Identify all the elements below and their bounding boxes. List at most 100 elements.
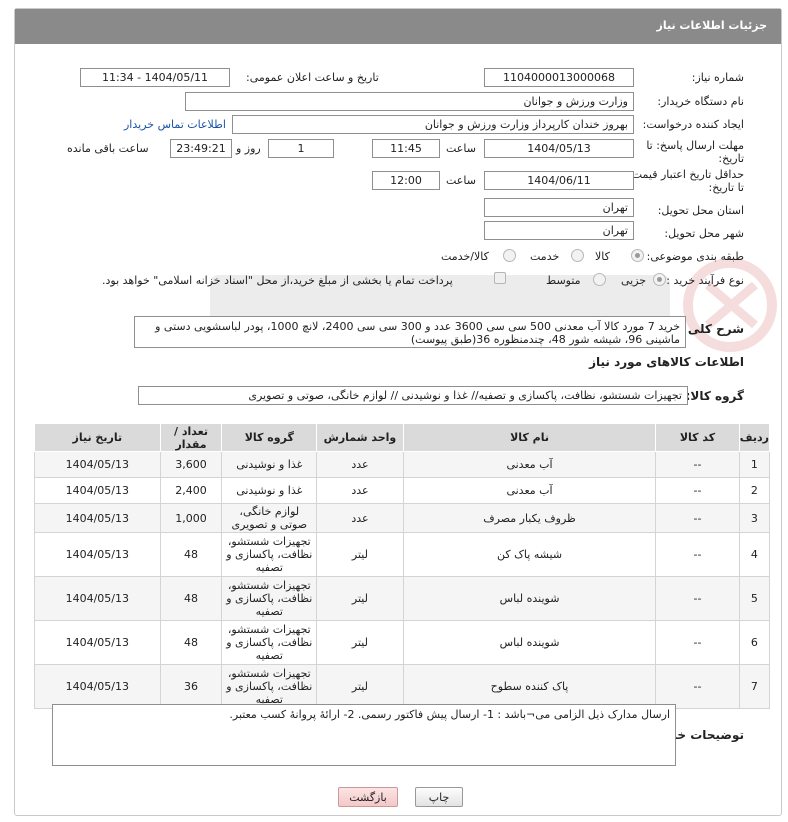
col-unit: واحد شمارش [316, 423, 404, 452]
days-label: روز و [236, 142, 261, 155]
cell-code: -- [655, 503, 740, 533]
cell-row: 2 [738, 477, 771, 504]
cell-date: 1404/05/13 [34, 576, 161, 621]
table-header-row: ردیف کد کالا نام کالا واحد شمارش گروه کا… [34, 423, 771, 452]
send-date-field: 1404/05/13 [484, 139, 634, 158]
table-row: 1 -- آب معدنی عدد غذا و نوشیدنی 3,600 14… [34, 451, 771, 478]
validity-time-field: 12:00 [372, 171, 440, 190]
cell-unit: لیتر [316, 664, 404, 709]
category-both-label: کالا/خدمت [441, 250, 489, 263]
cell-date: 1404/05/13 [34, 503, 161, 533]
table-row: 3 -- ظروف یکبار مصرف عدد لوازم خانگی، صو… [34, 503, 771, 533]
buyer-contact-link[interactable]: اطلاعات تماس خریدار [124, 118, 226, 131]
remaining-time-field: 23:49:21 [170, 139, 232, 158]
city-field: تهران [484, 221, 634, 240]
cell-name: شوینده لباس [402, 576, 657, 621]
cell-unit: لیتر [316, 576, 404, 621]
cell-qty: 48 [159, 620, 223, 665]
validity-date-field: 1404/06/11 [484, 171, 634, 190]
panel-title: جزئیات اطلاعات نیاز [656, 19, 768, 32]
cell-code: -- [655, 664, 740, 709]
col-group: گروه کالا [221, 423, 318, 452]
cell-qty: 48 [159, 532, 223, 577]
category-goods-label: کالا [595, 250, 610, 263]
table-row: 2 -- آب معدنی عدد غذا و نوشیدنی 2,400 14… [34, 477, 771, 504]
cell-unit: لیتر [316, 620, 404, 665]
summary-textarea[interactable]: خرید 7 مورد کالا آب معدنی 500 سی سی 3600… [134, 316, 686, 348]
cell-unit: لیتر [316, 532, 404, 577]
panel-header: جزئیات اطلاعات نیاز [15, 9, 781, 44]
process-minor-label: جزیی [621, 274, 647, 287]
cell-code: -- [655, 620, 740, 665]
cell-name: پاک کننده سطوح [402, 664, 657, 709]
process-minor-radio[interactable] [653, 273, 666, 286]
cell-name: آب معدنی [402, 477, 657, 504]
cell-row: 3 [738, 503, 771, 533]
process-medium-radio[interactable] [593, 273, 606, 286]
cell-group: غذا و نوشیدنی [221, 451, 318, 478]
cell-qty: 1,000 [159, 503, 223, 533]
cell-date: 1404/05/13 [34, 477, 161, 504]
table-row: 4 -- شیشه پاک کن لیتر تجهیزات شستشو، نظا… [34, 532, 771, 577]
price-validity-label: حداقل تاریخ اعتبار قیمت: [628, 168, 744, 181]
cell-name: آب معدنی [402, 451, 657, 478]
cell-date: 1404/05/13 [34, 664, 161, 709]
col-code: کد کالا [655, 423, 740, 452]
treasury-payment-note: پرداخت تمام یا بخشی از مبلغ خرید،از محل … [102, 274, 453, 287]
cell-name: شوینده لباس [402, 620, 657, 665]
goods-table: ردیف کد کالا نام کالا واحد شمارش گروه کا… [34, 423, 771, 709]
buyer-org-field: وزارت ورزش و جوانان [185, 92, 634, 111]
col-name: نام کالا [402, 423, 657, 452]
cell-group: تجهیزات شستشو، نظافت، پاکسازی و تصفیه [221, 620, 318, 665]
cell-row: 7 [738, 664, 771, 709]
cell-row: 1 [738, 451, 771, 478]
need-number-label: شماره نیاز: [691, 71, 744, 84]
send-deadline-label-2: تاریخ: [718, 152, 744, 165]
goods-info-title: اطلاعات کالاهای مورد نیاز [589, 355, 744, 369]
validity-time-label: ساعت [446, 174, 476, 187]
creator-field: بهروز خندان کارپرداز وزارت ورزش و جوانان [232, 115, 634, 134]
category-goods-radio[interactable] [631, 249, 644, 262]
cell-date: 1404/05/13 [34, 620, 161, 665]
goods-group-label: گروه کالا: [685, 389, 744, 403]
announce-field: 1404/05/11 - 11:34 [80, 68, 230, 87]
need-number-field: 1104000013000068 [484, 68, 634, 87]
cell-group: لوازم خانگی، صوتی و تصویری [221, 503, 318, 533]
table-row: 5 -- شوینده لباس لیتر تجهیزات شستشو، نظا… [34, 576, 771, 621]
table-row: 6 -- شوینده لباس لیتر تجهیزات شستشو، نظا… [34, 620, 771, 665]
print-button[interactable]: چاپ [415, 787, 463, 807]
cell-name: شیشه پاک کن [402, 532, 657, 577]
cell-qty: 36 [159, 664, 223, 709]
send-time-field: 11:45 [372, 139, 440, 158]
cell-name: ظروف یکبار مصرف [402, 503, 657, 533]
cell-group: تجهیزات شستشو، نظافت، پاکسازی و تصفیه [221, 664, 318, 709]
city-label: شهر محل تحویل: [664, 227, 744, 240]
buyer-notes-textarea[interactable]: ارسال مدارک ذیل الزامی می¬باشد : 1- ارسا… [52, 704, 676, 766]
goods-group-field: تجهیزات شستشو، نظافت، پاکسازی و تصفیه// … [138, 386, 688, 405]
send-time-label: ساعت [446, 142, 476, 155]
cell-qty: 2,400 [159, 477, 223, 504]
price-validity-label-2: تا تاریخ: [708, 181, 744, 194]
creator-label: ایجاد کننده درخواست: [642, 118, 744, 131]
cell-group: تجهیزات شستشو، نظافت، پاکسازی و تصفیه [221, 576, 318, 621]
cell-code: -- [655, 532, 740, 577]
process-label: نوع فرآیند خرید : [666, 274, 744, 287]
cell-row: 4 [738, 532, 771, 577]
send-deadline-label: مهلت ارسال پاسخ: تا [646, 139, 744, 152]
category-both-radio[interactable] [503, 249, 516, 262]
treasury-payment-checkbox[interactable] [494, 272, 506, 284]
cell-unit: عدد [316, 451, 404, 478]
category-label: طبقه بندی موضوعی: [646, 250, 744, 263]
province-field: تهران [484, 198, 634, 217]
cell-qty: 3,600 [159, 451, 223, 478]
back-button[interactable]: بازگشت [338, 787, 398, 807]
cell-date: 1404/05/13 [34, 451, 161, 478]
cell-qty: 48 [159, 576, 223, 621]
category-service-radio[interactable] [571, 249, 584, 262]
col-row: ردیف [738, 423, 771, 452]
category-service-label: خدمت [530, 250, 560, 263]
days-field: 1 [268, 139, 334, 158]
cell-group: تجهیزات شستشو، نظافت، پاکسازی و تصفیه [221, 532, 318, 577]
announce-label: تاریخ و ساعت اعلان عمومی: [246, 71, 379, 84]
col-date: تاریخ نیاز [34, 423, 161, 452]
